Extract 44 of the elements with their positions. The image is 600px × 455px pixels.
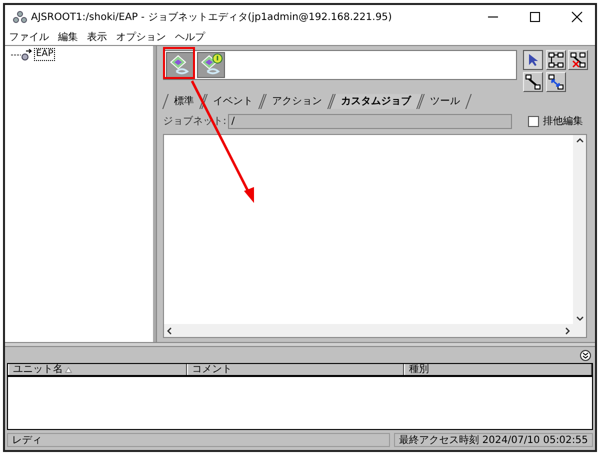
annotation-highlight (163, 47, 195, 79)
scroll-left-icon[interactable] (166, 326, 174, 334)
palette-tab[interactable]: イベント (201, 94, 265, 109)
diagonal-link-icon (525, 74, 541, 90)
jobnet-field: / (228, 114, 512, 128)
scroll-down-icon[interactable] (576, 314, 584, 322)
tree-connector-icon (11, 52, 21, 58)
maximize-icon[interactable] (529, 11, 541, 23)
jobnet-palette-icon[interactable] (166, 52, 194, 78)
close-icon[interactable] (571, 11, 583, 23)
column-header[interactable]: 種別 (404, 364, 592, 375)
disconnect-nodes-icon (570, 52, 586, 68)
vertical-scrollbar[interactable] (573, 135, 586, 324)
jobnet-icon (21, 48, 33, 60)
palette-tab[interactable]: アクション (260, 94, 334, 109)
window-title: AJSROOT1:/shoki/EAP - ジョブネットエディタ(jp1admin@192.168.221.95) (31, 10, 392, 24)
tree-item[interactable]: EAP (34, 48, 56, 61)
palette-tab[interactable]: カスタムジョブ (329, 94, 423, 109)
column-header[interactable]: コメント (187, 364, 404, 375)
arrow-link-icon (548, 74, 564, 90)
scroll-right-icon[interactable] (563, 326, 571, 334)
app-icon (13, 11, 27, 23)
connect-nodes-icon (548, 52, 564, 68)
last-access-time: 最終アクセス時刻 2024/07/10 05:02:55 (394, 433, 593, 447)
scroll-up-icon[interactable] (576, 137, 584, 145)
horizontal-scrollbar[interactable] (164, 324, 573, 337)
palette-tab[interactable]: ツール (418, 94, 472, 109)
column-label: ユニット名 (13, 364, 63, 376)
collapse-icon[interactable] (580, 350, 591, 360)
column-label: 種別 (409, 364, 429, 376)
menu-item[interactable]: オプション (116, 30, 166, 44)
exclusive-edit-checkbox[interactable] (528, 116, 539, 126)
sort-ascending-icon (65, 366, 72, 372)
column-label: コメント (192, 364, 232, 376)
palette-tab[interactable]: 標準 (162, 94, 206, 109)
menu-item[interactable]: 表示 (87, 30, 107, 44)
menu-item[interactable]: ヘルプ (175, 30, 205, 44)
exclusive-edit-label: 排他編集 (543, 114, 583, 128)
menu-item[interactable]: 編集 (58, 30, 78, 44)
status-message: レディ (7, 433, 390, 447)
menu-item[interactable]: ファイル (9, 30, 49, 44)
pointer-icon (527, 53, 539, 67)
column-header[interactable]: ユニット名 (8, 364, 187, 375)
jobnet-info-palette-icon[interactable] (197, 52, 225, 78)
